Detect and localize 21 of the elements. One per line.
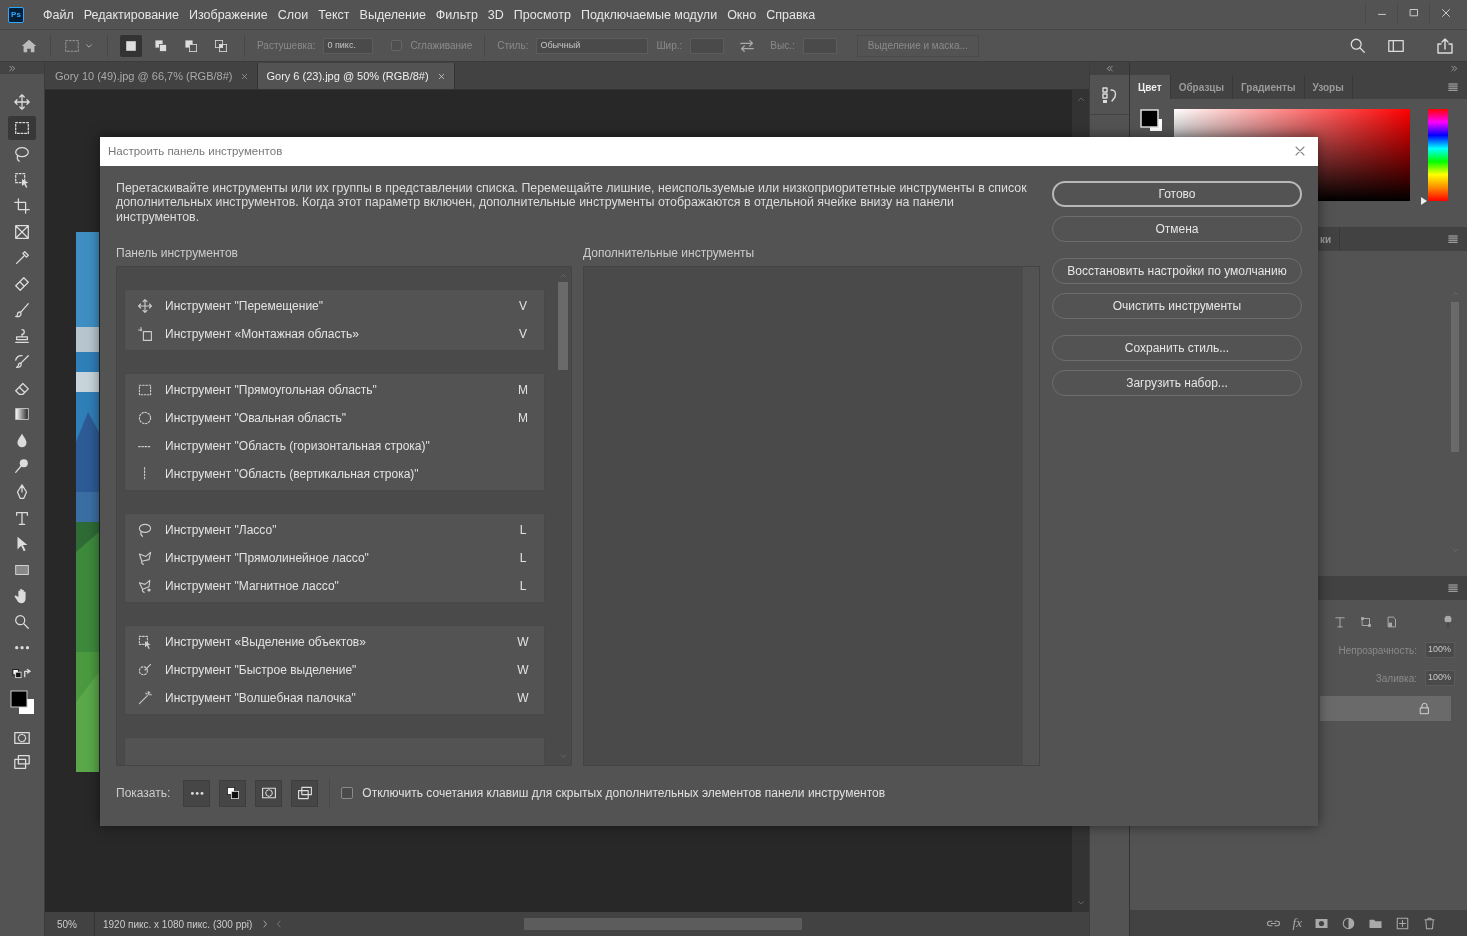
- shortcut-key: L: [516, 551, 530, 566]
- shortcut-key: W: [516, 691, 530, 706]
- document-info: 1920 пикс. x 1080 пикс. (300 ppi): [102, 918, 254, 930]
- dialog-title: Настроить панель инструментов: [108, 145, 283, 158]
- tab-label: Gory 6 (23).jpg @ 50% (RGB/8#): [266, 70, 429, 82]
- tab-label: Gory 10 (49).jpg @ 66,7% (RGB/8#): [55, 70, 233, 82]
- checkbox-label: Отключить сочетания клавиш для скрытых дополнительных элементов панели инструментов: [362, 786, 886, 801]
- shortcut-key: M: [516, 411, 530, 426]
- shortcut-key: V: [516, 299, 530, 314]
- section-heading: Дополнительные инструменты: [583, 246, 756, 261]
- shortcut-key: L: [516, 523, 530, 538]
- shortcut-key: M: [516, 383, 530, 398]
- shortcut-key: W: [516, 663, 530, 678]
- zoom-level: 50%: [45, 912, 95, 936]
- app-logo: Ps: [8, 6, 24, 23]
- section-heading: Панель инструментов: [116, 246, 239, 261]
- shortcut-key: W: [516, 635, 530, 650]
- shortcut-key: L: [516, 579, 530, 594]
- description-text: Перетаскивайте инструменты или их группы в представлении списка. Перемещайте лишние, неиспользуемые или низкоприоритетные инструменты в список дополнительных инструментов. Когда этот параметр включен, дополнительные инструменты отображаются в отдельной ячейке внизу на панели инструментов.: [116, 180, 1028, 225]
- shortcut-key: V: [516, 327, 530, 342]
- show-label: Показать:: [116, 786, 171, 801]
